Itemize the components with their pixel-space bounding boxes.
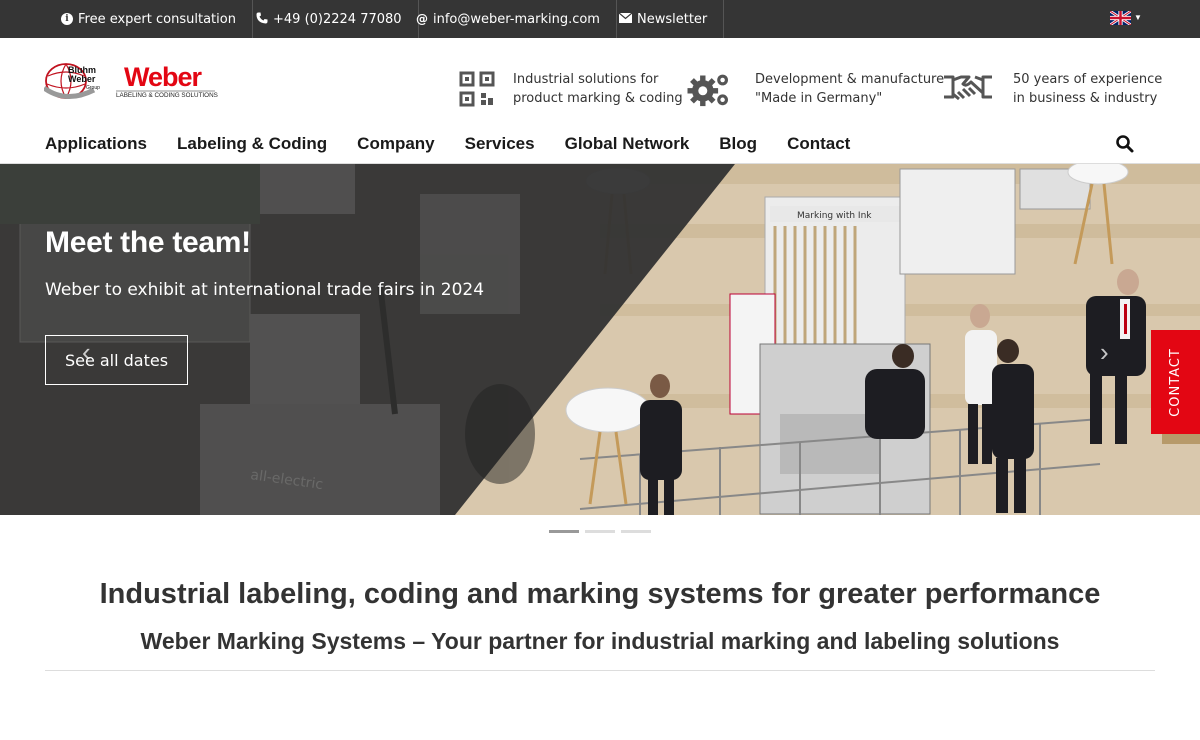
contact-tab-label: CONTACT [1168,347,1183,417]
nav-item-contact[interactable]: Contact [787,133,850,155]
svg-text:Weber: Weber [68,74,96,84]
chevron-down-icon[interactable]: ▼ [1134,13,1142,22]
booth-sign: Marking with Ink [797,211,872,221]
search-icon[interactable] [1115,134,1135,154]
nav-item-global-network[interactable]: Global Network [565,133,690,155]
main-nav: Applications Labeling & Coding Company S… [45,133,880,155]
weber-wordmark: Weber [124,62,203,92]
feature-line: "Made in Germany" [755,91,883,106]
company-logo[interactable]: Bluhm Weber Group Weber LABELING & CODIN… [42,60,219,107]
phone-icon [256,12,268,27]
uk-flag-icon[interactable] [1110,11,1131,25]
feature-marking: Industrial solutions for product marking… [459,70,683,108]
consultation-link[interactable]: i Free expert consultation [45,0,253,38]
hero-title: Meet the team! [45,226,251,259]
svg-text:Group: Group [86,85,100,91]
slider-dot[interactable] [549,530,579,533]
envelope-icon [618,12,633,26]
nav-item-labeling-coding[interactable]: Labeling & Coding [177,133,327,155]
feature-line: Industrial solutions for [513,72,659,87]
nav-item-services[interactable]: Services [465,133,535,155]
feature-line: in business & industry [1013,91,1158,106]
section-divider [45,670,1155,671]
nav-item-blog[interactable]: Blog [719,133,757,155]
consultation-label: Free expert consultation [78,11,236,27]
contact-side-tab[interactable]: CONTACT [1151,330,1200,434]
slider-dot[interactable] [585,530,615,533]
slider-dot[interactable] [621,530,651,533]
newsletter-link[interactable]: Newsletter [603,0,725,38]
qr-code-icon [459,71,495,107]
feature-manufacture: Development & manufacture "Made in Germa… [685,70,944,108]
slider-pagination [549,530,657,533]
feature-line: product marking & coding [513,91,683,106]
feature-experience: 50 years of experience in business & ind… [943,70,1162,108]
bluhm-weber-globe-logo: Bluhm Weber Group [42,63,100,99]
phone-link[interactable]: +49 (0)2224 77080 [240,0,419,38]
at-icon: @ [416,12,428,26]
feature-line: 50 years of experience [1013,72,1163,87]
gears-icon [687,74,728,107]
handshake-icon [944,75,992,101]
email-link[interactable]: @ info@weber-marking.com [400,0,617,38]
intro-subheading: Weber Marking Systems – Your partner for… [140,628,1060,654]
chevron-right-icon[interactable]: › [1100,337,1109,368]
email-label: info@weber-marking.com [433,11,600,27]
logo-tagline: LABELING & CODING SOLUTIONS [116,92,218,99]
nav-item-applications[interactable]: Applications [45,133,147,155]
chevron-left-icon[interactable]: ‹ [82,337,91,368]
nav-item-company[interactable]: Company [357,133,434,155]
feature-line: Development & manufacture [755,72,945,87]
hero-subtitle: Weber to exhibit at international trade … [45,280,485,300]
top-bar: i Free expert consultation +49 (0)2224 7… [0,0,1200,38]
see-all-dates-button[interactable]: See all dates [45,335,188,385]
newsletter-label: Newsletter [637,11,708,27]
intro-heading: Industrial labeling, coding and marking … [99,578,1101,610]
info-icon: i [61,13,73,25]
phone-label: +49 (0)2224 77080 [273,11,402,27]
